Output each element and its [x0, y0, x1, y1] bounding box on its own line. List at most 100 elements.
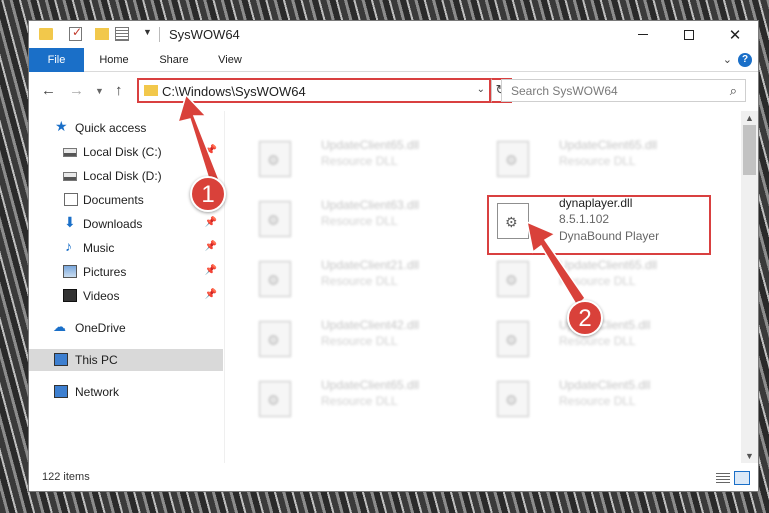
search-input[interactable]: Search SysWOW64	[511, 84, 618, 98]
dll-file-icon	[259, 261, 291, 297]
sidebar-item-label: OneDrive	[75, 321, 126, 335]
videos-icon	[63, 289, 77, 302]
file-description: Resource DLL	[559, 394, 636, 408]
file-description: Resource DLL	[321, 394, 398, 408]
file-description: Resource DLL	[321, 334, 398, 348]
step-1-callout: 1	[190, 176, 226, 212]
tab-share[interactable]: Share	[149, 48, 199, 72]
list-item[interactable]: UpdateClient21.dll Resource DLL	[249, 255, 479, 305]
drive-icon	[63, 148, 77, 157]
star-icon: ★	[55, 118, 68, 134]
music-icon: ♪	[65, 238, 72, 254]
pin-icon[interactable]: 📌	[205, 265, 217, 276]
list-item[interactable]: UpdateClient65.dll Resource DLL	[249, 135, 479, 185]
tab-home[interactable]: Home	[89, 48, 139, 72]
downloads-icon: ⬇	[64, 214, 76, 230]
close-button[interactable]: ✕	[712, 21, 758, 48]
file-description: Resource DLL	[559, 154, 636, 168]
sidebar-item-label: Music	[83, 241, 115, 255]
title-separator	[159, 27, 160, 42]
sidebar-item-this-pc[interactable]: This PC	[29, 349, 223, 371]
this-pc-icon	[54, 353, 68, 366]
maximize-button[interactable]	[666, 21, 712, 48]
file-description: Resource DLL	[321, 214, 398, 228]
sidebar-item-local-disk-c[interactable]: Local Disk (C:) 📌	[29, 141, 223, 163]
up-arrow-icon[interactable]: ↑	[115, 82, 123, 99]
forward-arrow-icon[interactable]: →	[69, 82, 84, 99]
tab-view[interactable]: View	[205, 48, 255, 72]
sidebar-item-music[interactable]: ♪ Music 📌	[29, 237, 223, 259]
sidebar-item-label: This PC	[75, 353, 118, 367]
dll-file-icon	[497, 261, 529, 297]
sidebar-item-downloads[interactable]: ⬇ Downloads 📌	[29, 213, 223, 235]
list-item[interactable]: UpdateClient65.dll Resource DLL	[487, 135, 717, 185]
sidebar-item-videos[interactable]: Videos 📌	[29, 285, 223, 307]
search-box[interactable]: Search SysWOW64 ⌕	[501, 79, 746, 102]
sidebar-item-label: Local Disk (D:)	[83, 169, 162, 183]
sidebar-item-label: Videos	[83, 289, 120, 303]
file-description: Resource DLL	[559, 274, 636, 288]
large-icons-view-icon[interactable]	[734, 471, 750, 485]
help-icon[interactable]: ?	[738, 53, 752, 67]
scroll-up-icon[interactable]: ▲	[745, 113, 754, 123]
onedrive-icon: ☁	[53, 319, 66, 334]
address-path[interactable]: C:\Windows\SysWOW64	[162, 84, 306, 99]
list-item[interactable]: UpdateClient42.dll Resource DLL	[249, 315, 479, 365]
ribbon-tabs: File Home Share View ⌄ ?	[29, 48, 758, 72]
scrollbar-thumb[interactable]	[743, 125, 756, 175]
list-item[interactable]: UpdateClient63.dll Resource DLL	[249, 195, 479, 245]
file-list: UpdateClient65.dll Resource DLL UpdateCl…	[225, 111, 741, 463]
pin-icon[interactable]: 📌	[205, 289, 217, 300]
file-name: UpdateClient65.dll	[321, 378, 420, 392]
pin-icon[interactable]: 📌	[205, 241, 217, 252]
list-item[interactable]: UpdateClient5.dll Resource DLL	[487, 375, 717, 425]
address-folder-icon	[144, 85, 158, 96]
folder-icon	[39, 28, 53, 40]
list-item[interactable]: UpdateClient65.dll Resource DLL	[249, 375, 479, 425]
sidebar-item-label: Documents	[83, 193, 144, 207]
sidebar-item-label: Quick access	[75, 121, 147, 135]
pin-icon[interactable]: 📌	[205, 217, 217, 228]
sidebar-item-label: Pictures	[83, 265, 127, 279]
tab-file[interactable]: File	[29, 48, 84, 72]
dll-file-icon	[497, 321, 529, 357]
recent-locations-icon[interactable]: ▼	[95, 86, 104, 96]
minimize-button[interactable]	[620, 21, 666, 48]
network-icon	[54, 385, 68, 398]
file-name: UpdateClient65.dll	[559, 138, 658, 152]
dll-file-icon	[259, 201, 291, 237]
vertical-scrollbar[interactable]: ▲ ▼	[741, 111, 758, 463]
expand-ribbon-icon[interactable]: ⌄	[723, 53, 732, 66]
file-name: UpdateClient5.dll	[559, 378, 651, 392]
customize-quick-access-icon[interactable]: ▼	[143, 27, 152, 43]
properties-check-icon[interactable]: ✓	[69, 25, 82, 41]
maximize-icon	[684, 29, 694, 40]
window-title: SysWOW64	[169, 27, 240, 42]
details-view-icon[interactable]	[716, 473, 730, 484]
new-folder-icon[interactable]	[95, 28, 109, 40]
sidebar-item-label: Network	[75, 385, 120, 399]
sidebar-item-network[interactable]: Network	[29, 381, 223, 403]
file-description: Resource DLL	[321, 154, 398, 168]
dll-file-icon	[497, 141, 529, 177]
address-dropdown-icon[interactable]: ⌄	[477, 84, 485, 95]
scroll-down-icon[interactable]: ▼	[745, 451, 754, 461]
file-description: Resource DLL	[321, 274, 398, 288]
minimize-icon	[638, 34, 648, 35]
dll-file-icon	[259, 321, 291, 357]
address-bar[interactable]: C:\Windows\SysWOW64 ⌄	[137, 78, 491, 103]
sidebar-item-pictures[interactable]: Pictures 📌	[29, 261, 223, 283]
properties-icon[interactable]	[115, 27, 129, 41]
navigation-pane: ★ Quick access Local Disk (C:) 📌 Local D…	[29, 111, 223, 463]
step-2-callout: 2	[567, 300, 603, 336]
search-icon[interactable]: ⌕	[730, 83, 737, 99]
file-name: UpdateClient42.dll	[321, 318, 420, 332]
back-arrow-icon[interactable]: ←	[41, 82, 56, 99]
sidebar-item-onedrive[interactable]: ☁ OneDrive	[29, 317, 223, 339]
documents-icon	[64, 193, 78, 206]
file-explorer-window: ✓ ▼ SysWOW64 ✕ File Home Share View ⌄ ? …	[28, 20, 759, 492]
pin-icon[interactable]: 📌	[205, 145, 217, 156]
list-item[interactable]: UpdateClient65.dll Resource DLL	[487, 255, 717, 305]
pictures-icon	[63, 265, 77, 278]
sidebar-item-quick-access[interactable]: ★ Quick access	[29, 117, 223, 139]
